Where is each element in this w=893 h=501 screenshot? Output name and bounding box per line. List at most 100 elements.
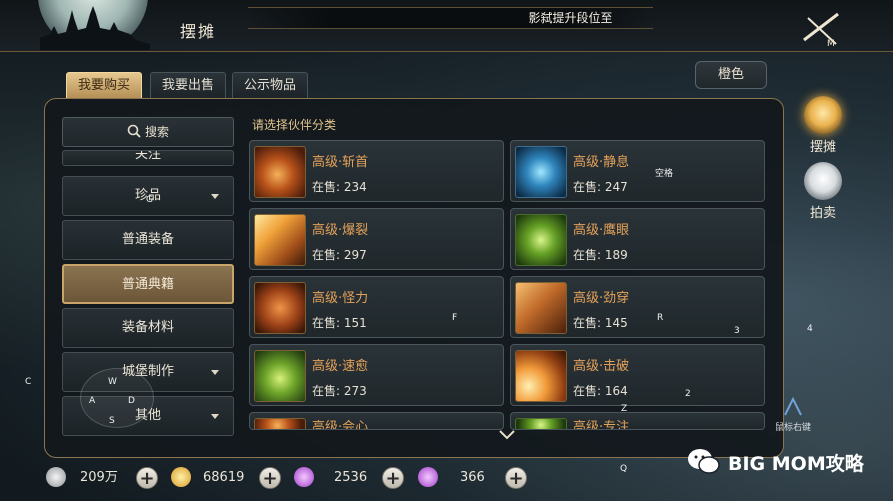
- key-hint: S: [109, 416, 115, 426]
- silver-coin-icon: [46, 467, 66, 487]
- focus-skill-icon: [515, 418, 567, 429]
- watermark: BIG MOM攻略: [728, 453, 864, 475]
- tab-public-items[interactable]: 公示物品: [232, 72, 309, 98]
- scroll-down-icon[interactable]: [499, 430, 515, 440]
- add-gem2-button[interactable]: +: [505, 467, 527, 489]
- add-gold-button[interactable]: +: [259, 467, 281, 489]
- item-stock: 在售: 234: [312, 180, 367, 194]
- svg-text:M: M: [827, 39, 835, 49]
- search-button[interactable]: 搜索: [62, 117, 234, 147]
- key-hint: 2: [685, 389, 691, 399]
- item-card[interactable]: 高级·击破 在售: 164: [510, 344, 765, 406]
- category-prompt: 请选择伙伴分类: [252, 118, 337, 132]
- pierce-skill-icon: [515, 282, 567, 334]
- item-name: 高级·静息: [573, 155, 630, 170]
- item-card[interactable]: 高级·会心: [249, 412, 504, 430]
- space-key-hint: 空格: [655, 169, 674, 179]
- sidebar-item-normal-books[interactable]: 普通典籍: [62, 264, 234, 304]
- key-hint: G: [146, 195, 153, 205]
- wechat-icon: [688, 449, 720, 474]
- search-label: 搜索: [144, 125, 169, 139]
- key-hint: F: [452, 313, 458, 323]
- item-card[interactable]: 高级·劲穿 在售: 145: [510, 276, 765, 338]
- beheading-skill-icon: [254, 146, 306, 198]
- item-name: 高级·速愈: [312, 359, 369, 374]
- key-hint: W: [108, 377, 117, 387]
- tab-sell[interactable]: 我要出售: [150, 72, 227, 98]
- item-name: 高级·斩首: [312, 155, 369, 170]
- chevron-down-icon: [211, 414, 219, 419]
- sidebar-item-label: 关注: [134, 150, 161, 162]
- item-card[interactable]: 高级·静息 在售: 247: [510, 140, 765, 202]
- key-hint: Z: [621, 404, 628, 414]
- close-quill-icon[interactable]: M: [800, 10, 844, 50]
- critical-skill-icon: [254, 418, 306, 429]
- sidebar-item-label: 普通典籍: [121, 277, 174, 292]
- item-name: 高级·怪力: [312, 291, 369, 306]
- item-name: 高级·击破: [573, 359, 630, 374]
- nav-stall[interactable]: 摆摊: [800, 96, 846, 155]
- announcement-banner: 影弑提升段位至: [248, 7, 653, 29]
- auction-icon: [804, 162, 842, 200]
- mouse-right-hint: 鼠标右键: [775, 423, 812, 433]
- nav-auction[interactable]: 拍卖: [800, 162, 846, 221]
- stall-icon: [804, 96, 842, 134]
- item-stock: 在售: 151: [312, 316, 367, 330]
- top-bar: 摆摊 影弑提升段位至 M: [0, 0, 893, 52]
- tab-buy[interactable]: 我要购买: [66, 72, 143, 98]
- strength-skill-icon: [254, 282, 306, 334]
- search-icon: [127, 124, 141, 138]
- hawk-eye-skill-icon: [515, 214, 567, 266]
- item-card[interactable]: 高级·专注: [510, 412, 765, 430]
- item-card[interactable]: 高级·爆裂 在售: 297: [249, 208, 504, 270]
- add-gem-button[interactable]: +: [382, 467, 404, 489]
- currency-gem-value: 2536: [334, 470, 368, 485]
- key-hint: D: [128, 396, 135, 406]
- purple-gem-icon: [418, 467, 438, 487]
- rest-skill-icon: [515, 146, 567, 198]
- mouse-hint-icon: [784, 396, 802, 416]
- purple-gem-icon: [294, 467, 314, 487]
- item-card[interactable]: 高级·怪力 在售: 151: [249, 276, 504, 338]
- break-skill-icon: [515, 350, 567, 402]
- item-stock: 在售: 273: [312, 384, 367, 398]
- key-hint: A: [89, 396, 96, 406]
- currency-gem2-value: 366: [460, 470, 485, 485]
- item-card[interactable]: 高级·鹰眼 在售: 189: [510, 208, 765, 270]
- item-name: 高级·会心: [312, 420, 369, 430]
- item-stock: 在售: 247: [573, 180, 628, 194]
- item-name: 高级·爆裂: [312, 223, 369, 238]
- burst-skill-icon: [254, 214, 306, 266]
- item-stock: 在售: 164: [573, 384, 628, 398]
- item-name: 高级·专注: [573, 420, 630, 430]
- sidebar-item-label: 普通装备: [121, 232, 174, 247]
- sidebar-item-label: 装备材料: [121, 320, 174, 335]
- chevron-down-icon: [211, 370, 219, 375]
- key-hint: 3: [734, 326, 740, 336]
- currency-silver-value: 209万: [80, 470, 118, 485]
- chevron-down-icon: [211, 194, 219, 199]
- key-hint: 4: [807, 324, 813, 334]
- item-card[interactable]: 高级·斩首 在售: 234: [249, 140, 504, 202]
- sidebar-item-equipment-materials[interactable]: 装备材料: [62, 308, 234, 348]
- banner-text: 影弑提升段位至: [528, 11, 613, 25]
- nav-label: 拍卖: [809, 206, 836, 221]
- gold-coin-icon: [171, 467, 191, 487]
- add-silver-button[interactable]: +: [136, 467, 158, 489]
- sidebar-item-normal-equipment[interactable]: 普通装备: [62, 220, 234, 260]
- castle-logo-icon: [40, 6, 150, 50]
- key-hint: C: [25, 377, 32, 387]
- page-title: 摆摊: [180, 22, 217, 41]
- item-stock: 在售: 297: [312, 248, 367, 262]
- item-card[interactable]: 高级·速愈 在售: 273: [249, 344, 504, 406]
- color-filter-button[interactable]: 橙色: [695, 61, 767, 89]
- sidebar-item-favorites[interactable]: 关注: [62, 150, 234, 166]
- item-name: 高级·劲穿: [573, 291, 630, 306]
- item-name: 高级·鹰眼: [573, 223, 630, 238]
- nav-label: 摆摊: [809, 140, 836, 155]
- heal-skill-icon: [254, 350, 306, 402]
- currency-gold-value: 68619: [203, 470, 245, 485]
- item-stock: 在售: 145: [573, 316, 628, 330]
- key-hint: Q: [620, 464, 628, 474]
- item-stock: 在售: 189: [573, 248, 628, 262]
